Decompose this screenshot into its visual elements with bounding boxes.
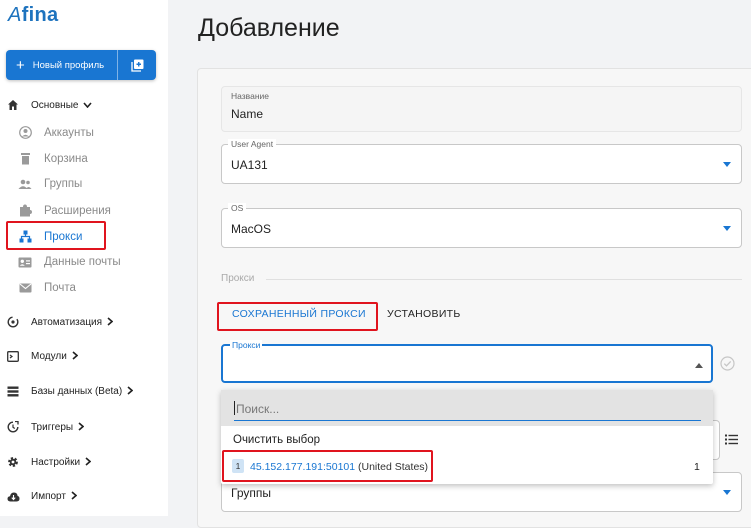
chevron-right-icon <box>107 316 114 328</box>
sidebar-item-mail[interactable]: Почта <box>0 282 76 294</box>
dropdown-search-bar[interactable]: Поиск... <box>221 390 713 426</box>
sidebar-group-label: Импорт <box>31 491 66 502</box>
list-icon[interactable] <box>725 434 738 445</box>
clear-selection-option[interactable]: Очистить выбор <box>233 434 320 446</box>
account-icon <box>18 126 32 139</box>
mail-icon <box>18 283 32 293</box>
automation-icon <box>6 316 20 328</box>
sidebar-item-label: Расширения <box>44 204 111 217</box>
plus-icon: + <box>16 56 25 74</box>
dropdown-arrow-icon <box>723 162 731 167</box>
useragent-select[interactable]: UA131 <box>221 144 742 184</box>
mail-data-icon <box>18 257 32 268</box>
puzzle-icon <box>18 204 32 217</box>
search-underline <box>234 420 701 421</box>
name-field-value: Name <box>231 107 264 121</box>
text-caret <box>234 401 235 415</box>
sidebar-item-label: Данные почты <box>44 256 121 268</box>
new-profile-main[interactable]: + Новый профиль <box>6 50 118 80</box>
chevron-right-icon <box>71 491 78 502</box>
groups-value: Группы <box>231 486 271 500</box>
sidebar-item-label: Корзина <box>44 152 88 165</box>
useragent-label: User Agent <box>228 139 277 149</box>
dropdown-arrow-icon <box>723 490 731 495</box>
sidebar-group-label: Основные <box>31 99 79 111</box>
sidebar-item-accounts[interactable]: Аккаунты <box>0 126 94 139</box>
proxy-select-label: Прокси <box>230 340 263 350</box>
section-divider <box>266 279 742 280</box>
add-multiple-icon <box>130 59 143 72</box>
useragent-value: UA131 <box>231 158 268 172</box>
chevron-right-icon <box>85 456 92 468</box>
logo-mark: A <box>8 4 22 26</box>
sidebar: Afina + Новый профиль Основные Аккаунты <box>0 0 168 516</box>
sidebar-group-triggers[interactable]: Триггеры <box>0 421 85 433</box>
os-select[interactable]: MacOS <box>221 208 742 248</box>
dropdown-up-arrow-icon <box>695 363 703 368</box>
highlight-box-saved-proxy-tab <box>217 302 378 331</box>
sidebar-group-modules[interactable]: Модули <box>0 351 79 362</box>
modules-icon <box>6 351 20 362</box>
sidebar-group-label: Автоматизация <box>31 316 103 328</box>
chevron-right-icon <box>127 386 134 397</box>
import-icon <box>6 492 20 502</box>
sidebar-item-label: Почта <box>44 282 76 294</box>
trash-icon <box>18 152 32 165</box>
highlight-box-proxy-option <box>222 450 433 482</box>
sidebar-item-extensions[interactable]: Расширения <box>0 204 111 217</box>
sidebar-item-label: Группы <box>44 178 83 190</box>
dropdown-arrow-icon <box>723 226 731 231</box>
check-circle-icon[interactable] <box>720 356 735 371</box>
sidebar-group-import[interactable]: Импорт <box>0 491 78 502</box>
proxy-section-label: Прокси <box>221 273 255 284</box>
trigger-icon <box>6 421 20 433</box>
sidebar-group-databases[interactable]: Базы данных (Beta) <box>0 386 134 397</box>
sidebar-item-groups[interactable]: Группы <box>0 178 82 190</box>
name-field-label: Название <box>231 91 269 101</box>
sidebar-group-label: Модули <box>31 351 67 362</box>
home-icon <box>6 99 20 111</box>
name-field[interactable]: Название Name <box>221 86 742 132</box>
chevron-down-icon <box>83 100 93 110</box>
sidebar-item-label: Аккаунты <box>44 126 94 139</box>
proxy-select[interactable]: Прокси <box>221 340 713 383</box>
chevron-right-icon <box>72 351 79 362</box>
new-profile-label: Новый профиль <box>32 59 105 71</box>
sidebar-group-label: Триггеры <box>31 421 74 433</box>
app-logo[interactable]: Afina <box>8 4 58 27</box>
sidebar-item-trash[interactable]: Корзина <box>0 152 88 165</box>
sidebar-group-main[interactable]: Основные <box>0 99 93 111</box>
new-profile-extra-button[interactable] <box>118 50 156 80</box>
os-label: OS <box>228 203 247 213</box>
settings-icon <box>6 456 20 468</box>
sidebar-group-settings[interactable]: Настройки <box>0 456 92 468</box>
chevron-right-icon <box>78 421 85 433</box>
search-input[interactable]: Поиск... <box>236 402 279 416</box>
proxy-usage-count: 1 <box>694 461 700 473</box>
groups-icon <box>18 179 32 190</box>
sidebar-group-label: Настройки <box>31 456 81 468</box>
sidebar-group-automation[interactable]: Автоматизация <box>0 316 114 328</box>
sidebar-item-mail-data[interactable]: Данные почты <box>0 256 121 268</box>
tab-set-proxy[interactable]: УСТАНОВИТЬ <box>387 308 461 320</box>
database-icon <box>6 386 20 397</box>
logo-text: fina <box>21 4 59 26</box>
highlight-box-proxy-item <box>6 221 106 250</box>
os-value: MacOS <box>231 222 272 236</box>
page-title: Добавление <box>198 14 340 42</box>
new-profile-button[interactable]: + Новый профиль <box>6 50 156 80</box>
sidebar-group-label: Базы данных (Beta) <box>31 386 123 397</box>
